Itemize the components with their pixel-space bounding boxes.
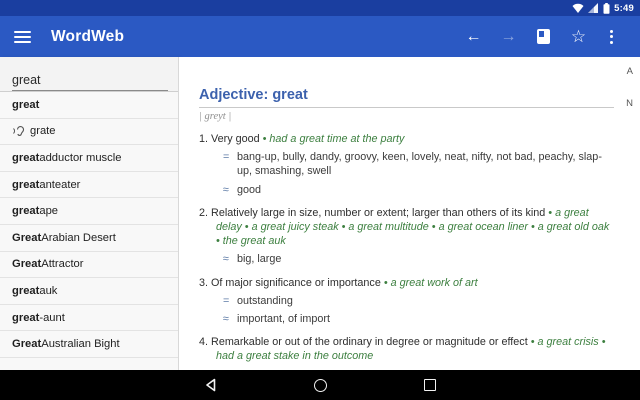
bookmarks-icon[interactable] [537, 29, 550, 44]
sense-examples: • had a great time at the party [263, 133, 405, 145]
search-row: ✕ [0, 57, 178, 92]
app-body: ✕ great grate great adductor muscle grea… [0, 57, 640, 370]
search-field[interactable]: ✕ [12, 61, 168, 91]
list-item-label: great [12, 99, 39, 111]
appbar-actions: ← → ☆ [456, 16, 626, 57]
sense-number: 1. [199, 133, 208, 145]
sense-2: 2. Relatively large in size, number or e… [199, 206, 614, 267]
wifi-icon [572, 3, 584, 13]
list-item-label: great [12, 179, 39, 191]
homophone-ear-icon [12, 125, 25, 137]
forward-arrow-icon[interactable]: → [491, 16, 526, 57]
list-item[interactable]: Great Australian Bight [0, 331, 178, 358]
android-nav-bar [0, 370, 640, 400]
list-item[interactable]: great adductor muscle [0, 145, 178, 172]
sense-definition: 3. Of major significance or importance •… [199, 276, 614, 290]
list-item-label: Great [12, 338, 41, 350]
sense-list: 1. Very good • had a great time at the p… [199, 132, 614, 370]
overflow-menu-icon[interactable] [596, 30, 626, 44]
synonym-words: outstanding [237, 294, 293, 308]
list-item[interactable]: great ape [0, 198, 178, 225]
back-arrow-icon[interactable]: ← [456, 16, 491, 57]
list-item-label: Arabian Desert [41, 232, 116, 244]
list-item-label: great [12, 205, 39, 217]
sense-def-text: Relatively large in size, number or exte… [211, 207, 548, 219]
word-list-sidebar: ✕ great grate great adductor muscle grea… [0, 57, 179, 370]
synonym-row: =bang-up, bully, dandy, groovy, keen, lo… [223, 150, 614, 178]
app-bar: WordWeb ← → ☆ [0, 16, 640, 57]
sense-def-text: Of major significance or importance [211, 277, 384, 289]
heading-rule [199, 107, 614, 108]
nav-back-icon[interactable] [202, 377, 218, 393]
search-input[interactable] [12, 73, 173, 87]
sense-def-text: Remarkable or out of the ordinary in deg… [211, 336, 531, 348]
sense-number: 4. [199, 336, 208, 348]
list-item[interactable]: great anteater [0, 172, 178, 199]
list-item-label: ape [39, 205, 58, 217]
list-item-partial[interactable] [0, 358, 178, 370]
synonym-symbol: = [223, 150, 237, 178]
signal-icon [588, 3, 599, 13]
list-item-label: grate [30, 125, 56, 137]
synonym-symbol: = [223, 294, 237, 308]
status-bar: 5:49 [0, 0, 640, 16]
list-item-label: adductor muscle [39, 152, 121, 164]
sense-definition: 4. Remarkable or out of the ordinary in … [199, 335, 614, 363]
list-item[interactable]: great-aunt [0, 305, 178, 332]
list-item-label: Australian Bight [41, 338, 119, 350]
synonym-words: good [237, 183, 261, 197]
list-item[interactable]: Great Arabian Desert [0, 225, 178, 252]
sense-definition: 2. Relatively large in size, number or e… [199, 206, 614, 249]
sense-examples: • a great work of art [384, 277, 478, 289]
synonym-row: ≈good [223, 183, 614, 197]
sense-number: 3. [199, 277, 208, 289]
entry-heading: Adjective: great [199, 87, 614, 103]
index-letter-adjective[interactable]: A [627, 66, 633, 77]
synonym-words: big, large [237, 252, 281, 266]
list-item-label: great [12, 152, 39, 164]
menu-icon[interactable] [14, 31, 31, 43]
sense-1: 1. Very good • had a great time at the p… [199, 132, 614, 197]
list-item-label: auk [39, 285, 57, 297]
sense-number: 2. [199, 207, 208, 219]
synonym-row: ≈big, large [223, 252, 614, 266]
bookmarks-icon-notch [539, 31, 544, 37]
wordweb-app-screen: 5:49 WordWeb ← → ☆ ✕ great [0, 0, 640, 400]
synonym-symbol: ≈ [223, 312, 237, 326]
list-item-great[interactable]: great [0, 92, 178, 119]
synonym-words: important, of import [237, 312, 330, 326]
list-item-label: Attractor [41, 258, 83, 270]
sense-definition: 1. Very good • had a great time at the p… [199, 132, 614, 146]
definition-pane: A N Adjective: great | greyt | 1. Very g… [179, 57, 640, 370]
status-time: 5:49 [614, 3, 634, 14]
app-title: WordWeb [51, 28, 124, 46]
star-icon[interactable]: ☆ [561, 16, 596, 57]
synonym-symbol: ≈ [223, 183, 237, 197]
list-item[interactable]: Great Attractor [0, 252, 178, 279]
sense-def-text: Very good [211, 133, 263, 145]
list-item[interactable]: great auk [0, 278, 178, 305]
sense-3: 3. Of major significance or importance •… [199, 276, 614, 327]
list-item-label: Great [12, 232, 41, 244]
list-item-label: -aunt [39, 312, 65, 324]
battery-icon [603, 3, 610, 14]
list-item-grate[interactable]: grate [0, 119, 178, 146]
list-item-label: anteater [39, 179, 80, 191]
list-item-label: Great [12, 258, 41, 270]
synonym-words: bang-up, bully, dandy, groovy, keen, lov… [237, 150, 614, 178]
word-list: great grate great adductor muscle great … [0, 92, 178, 370]
list-item-label: great [12, 312, 39, 324]
synonym-symbol: ≈ [223, 252, 237, 266]
nav-recents-icon[interactable] [422, 377, 438, 393]
pronunciation: | greyt | [199, 111, 614, 122]
synonym-row: ≈important, of import [223, 312, 614, 326]
synonym-row: =outstanding [223, 294, 614, 308]
sense-4: 4. Remarkable or out of the ordinary in … [199, 335, 614, 370]
nav-home-icon[interactable] [312, 377, 328, 393]
index-letter-noun[interactable]: N [626, 98, 633, 109]
list-item-label: great [12, 285, 39, 297]
